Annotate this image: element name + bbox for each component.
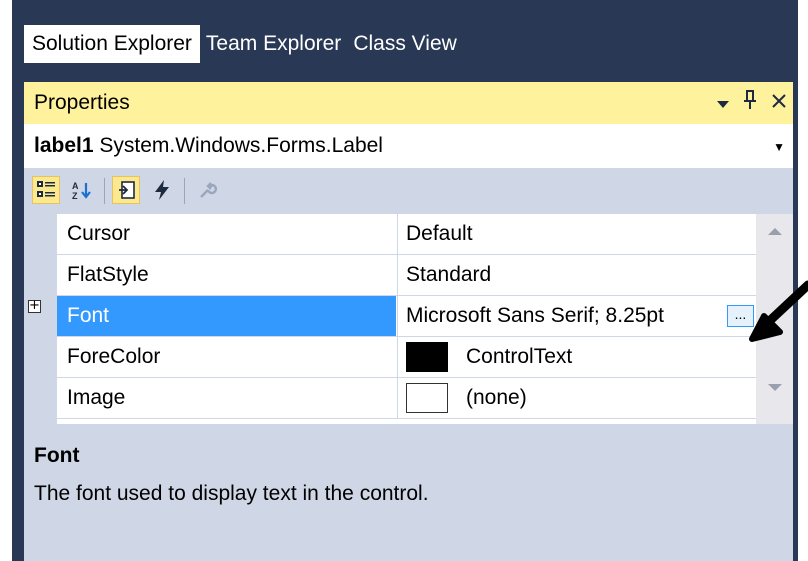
annotation-arrow-icon xyxy=(749,280,808,342)
